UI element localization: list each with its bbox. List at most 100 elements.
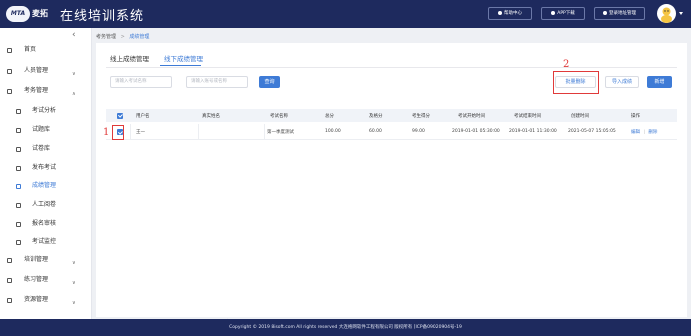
help-icon <box>498 10 502 15</box>
cell-start-time: 2019-01-01 05:30:00 <box>452 129 500 134</box>
user-icon <box>7 68 12 74</box>
collapse-sidebar-icon[interactable]: ‹ <box>72 30 76 40</box>
column-header: 创建时间 <box>571 114 589 119</box>
logo-text: 麦拓 <box>32 9 48 18</box>
score-icon <box>16 183 21 189</box>
sidebar-item-label: 练习管理 <box>24 276 49 283</box>
cell-total-score: 100.00 <box>325 129 341 134</box>
avatar[interactable] <box>657 4 676 23</box>
footer: Copyright © 2019 8isoft.com All rights r… <box>0 319 691 336</box>
sidebar-item-home[interactable]: 首页 <box>0 44 92 56</box>
help-center-button[interactable]: 帮助中心 <box>488 7 532 20</box>
sidebar-item-label: 发布考试 <box>32 164 57 171</box>
sidebar-item-label: 人员管理 <box>24 67 49 74</box>
cell-end-time: 2019-01-01 11:30:00 <box>509 129 557 134</box>
app-download-button[interactable]: APP下载 <box>541 7 585 20</box>
table-row[interactable]: 王一 第一季度测试 100.00 60.00 99.00 2019-01-01 … <box>106 124 677 140</box>
avatar-image <box>661 7 672 23</box>
login-address-label: 登录地址管理 <box>609 11 636 16</box>
active-tab-indicator <box>160 65 201 66</box>
chevron-down-icon: ∨ <box>72 300 76 306</box>
add-button[interactable]: 新增 <box>647 76 672 88</box>
action-separator: | <box>643 130 645 135</box>
tab-offline-scores[interactable]: 线下成绩管理 <box>164 53 203 63</box>
column-header: 考试结束时间 <box>514 114 541 119</box>
delete-link[interactable]: 删除 <box>648 130 657 135</box>
chevron-up-icon: ∧ <box>72 91 76 97</box>
resource-icon <box>7 297 12 303</box>
column-header: 操作 <box>631 114 640 119</box>
select-all-checkbox[interactable] <box>117 112 123 119</box>
sidebar-item-label: 考试分析 <box>32 107 57 114</box>
logo: MTA 麦拓 <box>6 6 52 22</box>
sidebar-item-practice[interactable]: 练习管理 ∨ <box>0 274 92 286</box>
sidebar-item-exam-monitor[interactable]: 考试监控 <box>0 236 92 248</box>
sidebar-item-registration-review[interactable]: 报名审核 <box>0 218 92 230</box>
enterprise-icon <box>603 10 607 15</box>
practice-icon <box>7 277 12 283</box>
breadcrumb: 考务管理 > 成绩管理 <box>96 33 149 40</box>
grading-icon <box>16 202 21 208</box>
sidebar-item-label: 考务管理 <box>24 87 49 94</box>
download-icon <box>551 10 556 15</box>
cell-created-time: 2021-05-07 15:05:05 <box>568 129 616 134</box>
column-divider <box>130 124 131 140</box>
app-download-label: APP下载 <box>557 11 575 16</box>
breadcrumb-parent[interactable]: 考务管理 <box>96 34 116 40</box>
sidebar-item-label: 考试监控 <box>32 238 57 245</box>
column-header: 考生得分 <box>412 114 430 119</box>
sidebar-item-label: 资源管理 <box>24 296 49 303</box>
cell-pass-score: 60.00 <box>369 129 382 134</box>
annotation-number-one: 1 <box>103 127 110 138</box>
sidebar-item-resources[interactable]: 资源管理 ∨ <box>0 294 92 306</box>
column-divider <box>198 124 199 140</box>
annotation-number-two: 2 <box>563 59 570 70</box>
sidebar-item-label: 成绩管理 <box>32 182 57 189</box>
sidebar-item-paper-bank[interactable]: 试卷库 <box>0 143 92 155</box>
chevron-down-icon: ∨ <box>72 71 76 77</box>
tab-divider <box>106 67 677 68</box>
score-panel: 线上成绩管理 线下成绩管理 请输入考试名称 请输入账号或名称 查询 批量删除 导… <box>96 43 687 327</box>
chevron-down-icon: ∨ <box>72 260 76 266</box>
column-divider <box>264 124 265 140</box>
exam-icon <box>7 88 12 94</box>
chevron-down-icon[interactable] <box>679 12 683 15</box>
user-search-input[interactable]: 请输入账号或名称 <box>186 76 248 88</box>
chevron-down-icon: ∨ <box>72 280 76 286</box>
cell-candidate-score: 99.00 <box>412 129 425 134</box>
paper-bank-icon <box>16 146 21 152</box>
training-icon <box>7 257 12 263</box>
column-header: 考试名称 <box>270 114 288 119</box>
sidebar-item-exam-affairs[interactable]: 考务管理 ∧ <box>0 85 92 97</box>
monitor-icon <box>16 239 21 245</box>
sidebar-item-label: 首页 <box>24 46 37 53</box>
review-icon <box>16 221 21 227</box>
column-header: 总分 <box>325 114 334 119</box>
exam-name-input[interactable]: 请输入考试名称 <box>110 76 172 88</box>
sidebar-item-manual-grading[interactable]: 人工阅卷 <box>0 199 92 211</box>
sidebar-item-exam-analysis[interactable]: 考试分析 <box>0 105 92 117</box>
tab-online-scores[interactable]: 线上成绩管理 <box>110 53 149 63</box>
sidebar-item-label: 试卷库 <box>32 145 51 152</box>
table-header: 用户名 真实姓名 考试名称 总分 及格分 考生得分 考试开始时间 考试结束时间 … <box>106 109 677 122</box>
login-address-button[interactable]: 登录地址管理 <box>594 7 645 20</box>
sidebar-item-score-management[interactable]: 成绩管理 <box>0 180 92 192</box>
sidebar-item-label: 报名审核 <box>32 220 57 227</box>
search-button[interactable]: 查询 <box>259 76 280 88</box>
edit-link[interactable]: 编辑 <box>631 130 640 135</box>
top-bar: MTA 麦拓 在线培训系统 帮助中心 APP下载 登录地址管理 <box>0 0 691 28</box>
sidebar-item-publish-exam[interactable]: 发布考试 <box>0 162 92 174</box>
analysis-icon <box>16 108 21 114</box>
main-content: 考务管理 > 成绩管理 线上成绩管理 线下成绩管理 请输入考试名称 请输入账号或… <box>92 28 691 327</box>
breadcrumb-current: 成绩管理 <box>129 34 150 40</box>
sidebar-item-training[interactable]: 培训管理 ∨ <box>0 254 92 266</box>
sidebar-item-question-bank[interactable]: 试题库 <box>0 124 92 136</box>
publish-icon <box>16 165 21 171</box>
cell-actions: 编辑 | 删除 <box>631 129 657 135</box>
app-title: 在线培训系统 <box>60 9 145 24</box>
import-scores-button[interactable]: 导入成绩 <box>605 76 639 88</box>
column-header: 真实姓名 <box>202 114 220 119</box>
annotation-box-batch-delete <box>553 71 599 94</box>
home-icon <box>7 47 12 53</box>
sidebar-item-users[interactable]: 人员管理 ∨ <box>0 65 92 77</box>
